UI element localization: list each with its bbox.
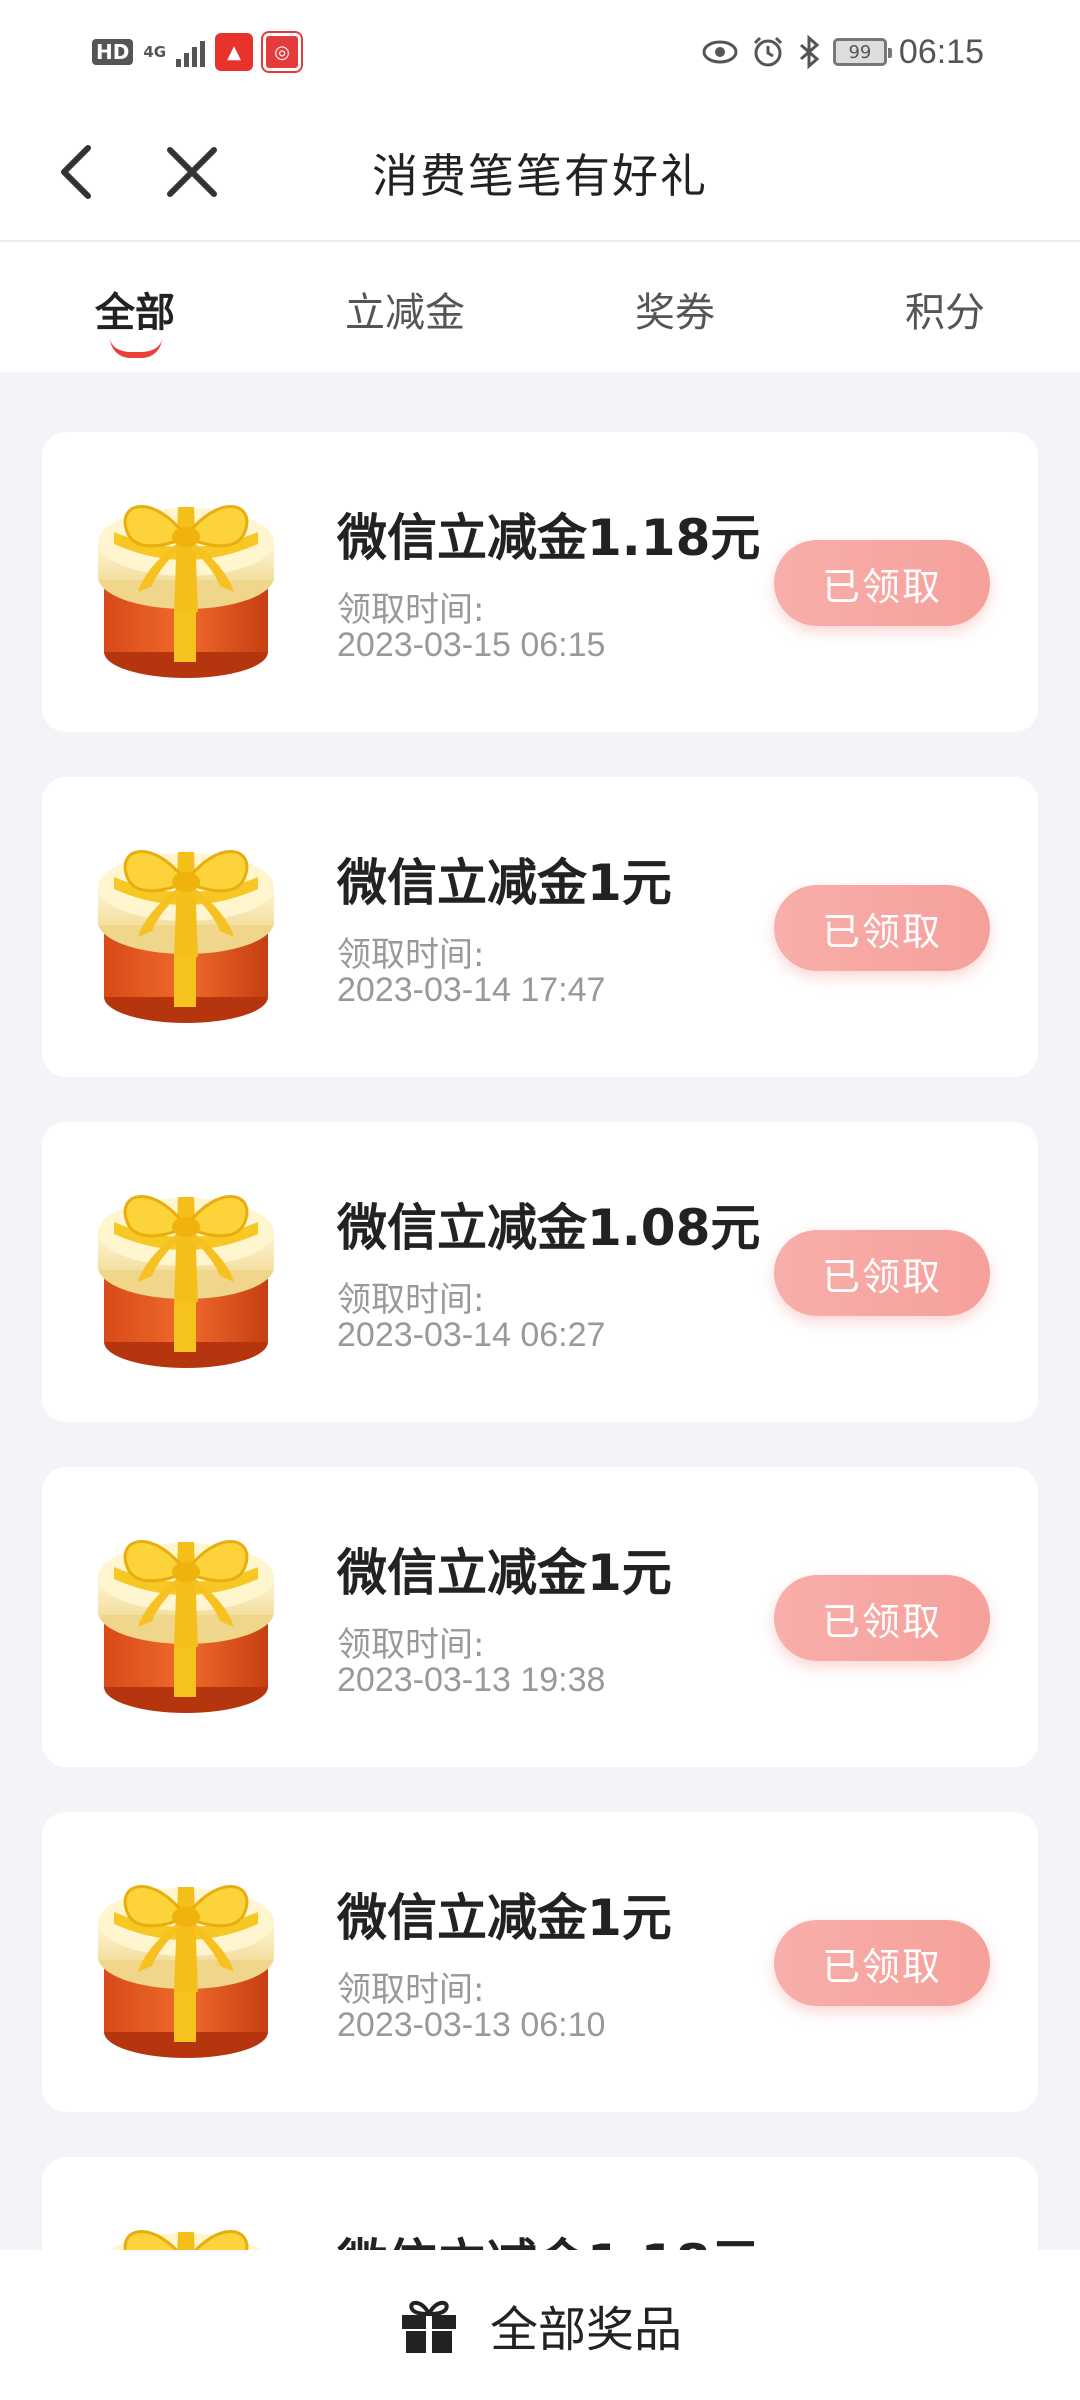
claim-time-label: 领取时间: (337, 935, 485, 975)
nav-header: 消费笔笔有好礼 (0, 100, 1080, 242)
status-right: 99 06:15 (701, 28, 984, 76)
claimed-button[interactable]: 已领取 (774, 1230, 990, 1316)
page-title: 消费笔笔有好礼 (372, 149, 708, 203)
eye-icon (702, 40, 738, 64)
claim-time: 2023-03-13 19:38 (337, 1661, 606, 1699)
claimed-button[interactable]: 已领取 (774, 1920, 990, 2006)
battery-indicator: 99 (832, 38, 892, 66)
reward-card: 微信立减金1元 领取时间: 2023-03-13 19:38 已领取 (42, 1467, 1038, 1767)
signal-icon (176, 37, 206, 67)
hd-badge: HD (92, 39, 134, 65)
claim-time: 2023-03-15 06:15 (337, 626, 606, 664)
claim-time-label: 领取时间: (337, 590, 485, 630)
status-bar: HD 4G ▲ ◎ 99 06:15 (0, 0, 1080, 100)
network-type: 4G (143, 43, 167, 61)
all-prizes-label: 全部奖品 (489, 2302, 682, 2358)
tab-vouchers[interactable]: 奖券 (575, 280, 775, 338)
alarm-icon (753, 36, 782, 67)
gift-box-icon (96, 1885, 276, 2060)
gift-box-icon (96, 1540, 276, 1715)
gift-box-icon (96, 1195, 276, 1370)
reward-title: 微信立减金1.08元 (337, 1199, 761, 1257)
claim-time: 2023-03-13 06:10 (337, 2006, 606, 2044)
claim-time-label: 领取时间: (337, 1625, 485, 1665)
claim-time-label: 领取时间: (337, 1970, 485, 2010)
gift-box-icon (96, 850, 276, 1025)
status-left: HD 4G ▲ ◎ (92, 31, 304, 73)
reward-title: 微信立减金1.18元 (337, 509, 761, 567)
claim-time: 2023-03-14 06:27 (337, 1316, 606, 1354)
claimed-button[interactable]: 已领取 (774, 885, 990, 971)
reward-title: 微信立减金1元 (337, 854, 672, 912)
tab-all[interactable]: 全部 (35, 280, 235, 338)
tab-points[interactable]: 积分 (845, 280, 1045, 338)
tab-bar: 全部 立减金 奖券 积分 (0, 242, 1080, 372)
reward-card: 微信立减金1元 领取时间: 2023-03-14 17:47 已领取 (42, 777, 1038, 1077)
all-prizes-bar[interactable]: 全部奖品 (0, 2250, 1080, 2400)
reward-title: 微信立减金1元 (337, 1889, 672, 1947)
gift-icon (401, 2300, 456, 2353)
claimed-button[interactable]: 已领取 (774, 1575, 990, 1661)
tab-instant-discount[interactable]: 立减金 (305, 280, 505, 338)
claim-time-label: 领取时间: (337, 1280, 485, 1320)
reward-card: 微信立减金1.08元 领取时间: 2023-03-14 06:27 已领取 (42, 1122, 1038, 1422)
gift-box-icon (96, 505, 276, 680)
claimed-button[interactable]: 已领取 (774, 540, 990, 626)
reward-card: 微信立减金1元 领取时间: 2023-03-13 06:10 已领取 (42, 1812, 1038, 2112)
app-notification-icon-2: ◎ (261, 31, 304, 73)
active-tab-indicator (110, 338, 162, 358)
bluetooth-icon (799, 35, 820, 69)
app-notification-icon: ▲ (215, 33, 254, 71)
claim-time: 2023-03-14 17:47 (337, 971, 606, 1009)
reward-title: 微信立减金1元 (337, 1544, 672, 1602)
reward-card: 微信立减金1.18元 领取时间: 2023-03-15 06:15 已领取 (42, 432, 1038, 732)
status-time: 06:15 (898, 32, 984, 71)
